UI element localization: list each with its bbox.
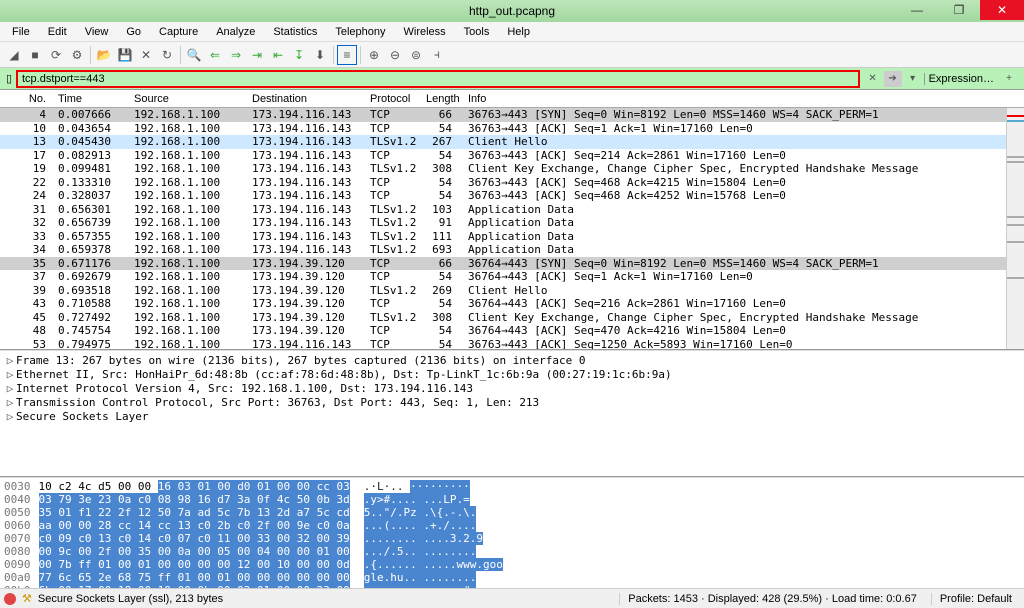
status-packets: Packets: 1453 · Displayed: 428 (29.5%) ·… (619, 593, 925, 605)
detail-ethernet[interactable]: Ethernet II, Src: HonHaiPr_6d:48:8b (cc:… (16, 368, 672, 381)
packet-row[interactable]: 340.659378192.168.1.100173.194.116.143TL… (0, 243, 1024, 257)
display-filter-input[interactable] (16, 70, 860, 88)
col-protocol[interactable]: Protocol (364, 92, 420, 106)
menu-file[interactable]: File (4, 24, 38, 40)
col-time[interactable]: Time (52, 92, 128, 106)
title-bar: http_out.pcapng — ❐ ✕ (0, 0, 1024, 22)
stop-capture-icon[interactable]: ■ (25, 45, 45, 65)
toolbar-separator-4 (360, 46, 361, 64)
expression-button[interactable]: Expression… (924, 73, 998, 85)
packet-details-pane[interactable]: ▷Frame 13: 267 bytes on wire (2136 bits)… (0, 351, 1024, 476)
hex-ascii[interactable]: .·L·.. ·········.y>#.... ...LP.=5.."/.Pz… (364, 480, 503, 586)
menu-view[interactable]: View (77, 24, 117, 40)
packet-row[interactable]: 310.656301192.168.1.100173.194.116.143TL… (0, 203, 1024, 217)
reload-icon[interactable]: ↻ (157, 45, 177, 65)
tree-expand-icon[interactable]: ▷ (4, 382, 16, 395)
packet-list-headers[interactable]: No. Time Source Destination Protocol Len… (0, 90, 1024, 108)
packet-bytes-pane[interactable]: 003000400050006000700080009000a000b0 10 c… (0, 478, 1024, 588)
zoom-out-icon[interactable]: ⊖ (385, 45, 405, 65)
menu-analyze[interactable]: Analyze (208, 24, 263, 40)
packet-row[interactable]: 350.671176192.168.1.100173.194.39.120TCP… (0, 257, 1024, 271)
menu-telephony[interactable]: Telephony (327, 24, 393, 40)
restart-capture-icon[interactable]: ⟳ (46, 45, 66, 65)
col-destination[interactable]: Destination (246, 92, 364, 106)
packet-row[interactable]: 190.099481192.168.1.100173.194.116.143TL… (0, 162, 1024, 176)
detail-tcp[interactable]: Transmission Control Protocol, Src Port:… (16, 396, 539, 409)
packet-row[interactable]: 430.710588192.168.1.100173.194.39.120TCP… (0, 297, 1024, 311)
toolbar-separator-3 (333, 46, 334, 64)
autoscroll-icon[interactable]: ⬇ (310, 45, 330, 65)
close-button[interactable]: ✕ (980, 0, 1024, 20)
col-info[interactable]: Info (462, 92, 1024, 106)
tree-expand-icon[interactable]: ▷ (4, 410, 16, 423)
packet-row[interactable]: 530.794975192.168.1.100173.194.116.143TC… (0, 338, 1024, 350)
col-no[interactable]: No. (0, 92, 52, 106)
minimap-scrollbar[interactable] (1006, 108, 1024, 349)
first-icon[interactable]: ⇤ (268, 45, 288, 65)
edit-preferences-icon[interactable]: ⚒ (22, 592, 32, 605)
packet-row[interactable]: 240.328037192.168.1.100173.194.116.143TC… (0, 189, 1024, 203)
packet-row[interactable]: 100.043654192.168.1.100173.194.116.143TC… (0, 122, 1024, 136)
close-file-icon[interactable]: ✕ (136, 45, 156, 65)
filter-bar: ▯ ✕ ➔ ▾ Expression… + (0, 68, 1024, 90)
zoom-in-icon[interactable]: ⊕ (364, 45, 384, 65)
toolbar-separator-2 (180, 46, 181, 64)
expert-info-icon[interactable] (4, 593, 16, 605)
col-source[interactable]: Source (128, 92, 246, 106)
start-capture-icon[interactable]: ◢ (4, 45, 24, 65)
filter-dropdown-icon[interactable]: ▾ (904, 71, 922, 87)
last-icon[interactable]: ↧ (289, 45, 309, 65)
packet-list[interactable]: 40.007666192.168.1.100173.194.116.143TCP… (0, 108, 1024, 349)
zoom-reset-icon[interactable]: ⊜ (406, 45, 426, 65)
packet-row[interactable]: 330.657355192.168.1.100173.194.116.143TL… (0, 230, 1024, 244)
packet-row[interactable]: 320.656739192.168.1.100173.194.116.143TL… (0, 216, 1024, 230)
prev-icon[interactable]: ⇐ (205, 45, 225, 65)
tree-expand-icon[interactable]: ▷ (4, 368, 16, 381)
menu-capture[interactable]: Capture (151, 24, 206, 40)
detail-ssl[interactable]: Secure Sockets Layer (16, 410, 148, 423)
col-length[interactable]: Length (420, 92, 462, 106)
menu-bar: File Edit View Go Capture Analyze Statis… (0, 22, 1024, 42)
colorize-icon[interactable]: ≡ (337, 45, 357, 65)
hex-offsets: 003000400050006000700080009000a000b0 (4, 480, 31, 586)
minimize-button[interactable]: — (896, 0, 938, 20)
packet-row[interactable]: 220.133310192.168.1.100173.194.116.143TC… (0, 176, 1024, 190)
save-icon[interactable]: 💾 (115, 45, 135, 65)
menu-tools[interactable]: Tools (456, 24, 498, 40)
maximize-button[interactable]: ❐ (938, 0, 980, 20)
packet-row[interactable]: 450.727492192.168.1.100173.194.39.120TLS… (0, 311, 1024, 325)
status-profile[interactable]: Profile: Default (931, 593, 1020, 605)
menu-edit[interactable]: Edit (40, 24, 75, 40)
clear-filter-icon[interactable]: ✕ (864, 71, 882, 87)
packet-row[interactable]: 130.045430192.168.1.100173.194.116.143TL… (0, 135, 1024, 149)
packet-row[interactable]: 170.082913192.168.1.100173.194.116.143TC… (0, 149, 1024, 163)
menu-statistics[interactable]: Statistics (265, 24, 325, 40)
add-filter-icon[interactable]: + (1000, 71, 1018, 87)
detail-frame[interactable]: Frame 13: 267 bytes on wire (2136 bits),… (16, 354, 586, 367)
packet-row[interactable]: 40.007666192.168.1.100173.194.116.143TCP… (0, 108, 1024, 122)
toolbar: ◢ ■ ⟳ ⚙ 📂 💾 ✕ ↻ 🔍 ⇐ ⇒ ⇥ ⇤ ↧ ⬇ ≡ ⊕ ⊖ ⊜ ⫞ (0, 42, 1024, 68)
hex-bytes[interactable]: 10 c2 4c d5 00 00 16 03 01 00 d0 01 00 0… (39, 480, 350, 586)
bookmark-filter-icon[interactable]: ▯ (2, 72, 16, 86)
menu-go[interactable]: Go (118, 24, 149, 40)
jump-icon[interactable]: ⇥ (247, 45, 267, 65)
window-title: http_out.pcapng (469, 4, 555, 18)
apply-filter-icon[interactable]: ➔ (884, 71, 902, 87)
resize-columns-icon[interactable]: ⫞ (427, 45, 447, 65)
tree-expand-icon[interactable]: ▷ (4, 354, 16, 367)
toolbar-separator (90, 46, 91, 64)
open-icon[interactable]: 📂 (94, 45, 114, 65)
packet-row[interactable]: 370.692679192.168.1.100173.194.39.120TCP… (0, 270, 1024, 284)
packet-row[interactable]: 480.745754192.168.1.100173.194.39.120TCP… (0, 324, 1024, 338)
packet-row[interactable]: 390.693518192.168.1.100173.194.39.120TLS… (0, 284, 1024, 298)
menu-help[interactable]: Help (499, 24, 538, 40)
options-icon[interactable]: ⚙ (67, 45, 87, 65)
find-icon[interactable]: 🔍 (184, 45, 204, 65)
status-layer: Secure Sockets Layer (ssl), 213 bytes (38, 593, 223, 605)
tree-expand-icon[interactable]: ▷ (4, 396, 16, 409)
status-bar: ⚒ Secure Sockets Layer (ssl), 213 bytes … (0, 588, 1024, 608)
detail-ip[interactable]: Internet Protocol Version 4, Src: 192.16… (16, 382, 473, 395)
next-icon[interactable]: ⇒ (226, 45, 246, 65)
menu-wireless[interactable]: Wireless (396, 24, 454, 40)
